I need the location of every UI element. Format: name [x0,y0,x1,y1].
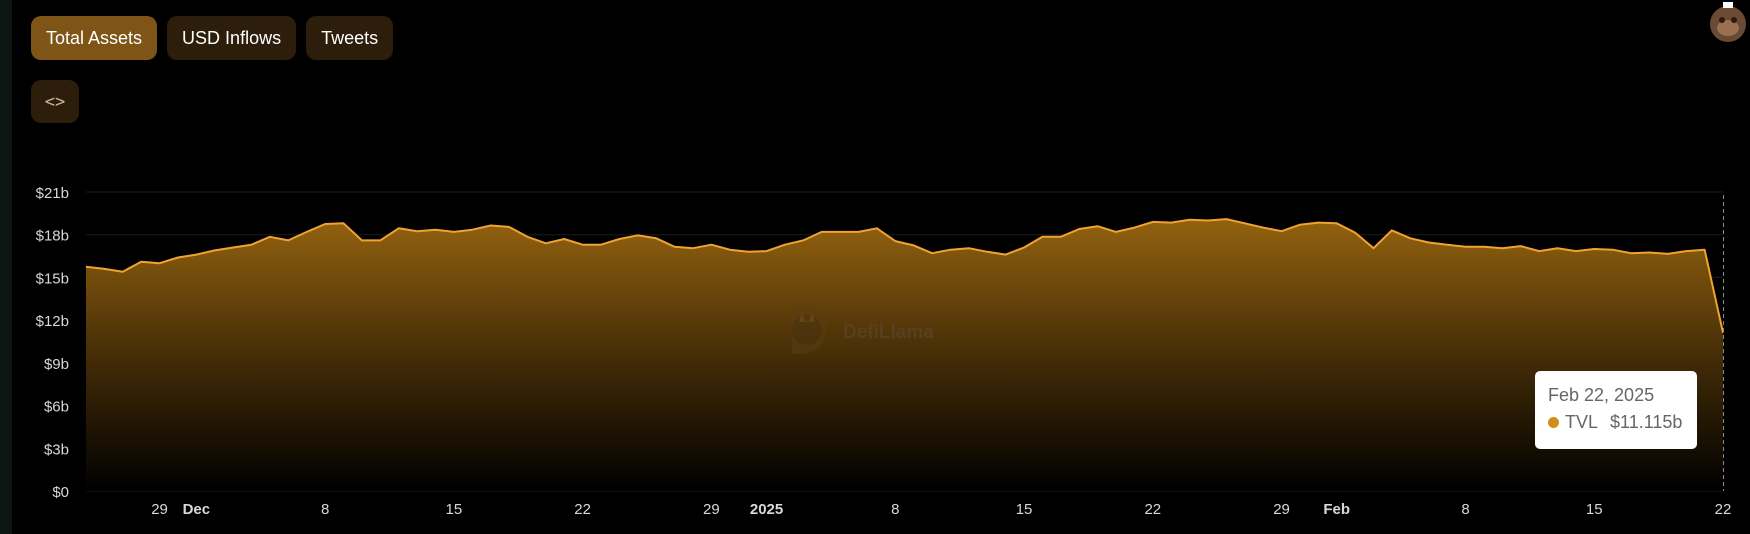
embed-code-button[interactable]: <> [31,80,79,123]
x-tick-label: 22 [1144,501,1161,518]
x-tick-label: Dec [183,501,211,518]
x-tick-label: 29 [151,501,168,518]
area-layer [85,218,1724,491]
x-tick-label: 15 [1586,501,1603,518]
x-tick-label: 15 [446,501,463,518]
y-tick-label: $0 [52,484,69,501]
tooltip-series: TVL [1565,412,1599,432]
x-tick-label: 8 [321,501,329,518]
tvl-area-chart[interactable]: DefiLlama $0 $3b $6b $9b $12b $15b $18b $21b 29… [0,0,1750,534]
code-icon: <> [44,91,66,112]
watermark-text: DefiLlama [843,322,934,343]
x-tick-label: 2025 [750,501,783,518]
tooltip-row: TVL $11.115b [1548,412,1697,433]
llama-avatar-icon[interactable] [1706,0,1750,44]
y-tick-label: $15b [36,270,69,287]
x-tick-label: 22 [1715,501,1732,518]
x-tick-label: 8 [891,501,899,518]
tvl-area-fill [86,219,1723,491]
y-tick-label: $3b [44,441,69,458]
series-dot-icon [1548,417,1559,428]
y-tick-label: $21b [36,185,69,202]
tooltip-value: $11.115b [1610,412,1683,432]
y-tick-label: $12b [36,313,69,330]
tab-tweets[interactable]: Tweets [306,16,394,60]
x-tick-label: 29 [703,501,720,518]
y-tick-label: $18b [36,228,69,245]
chart-tooltip: Feb 22, 2025 TVL $11.115b [1535,371,1697,449]
tooltip-date: Feb 22, 2025 [1548,385,1655,405]
x-tick-label: 15 [1016,501,1033,518]
x-axis: 29 Dec 8 15 22 29 2025 8 15 22 29 Feb 8 15 22 [151,501,1731,518]
y-tick-label: $9b [44,356,69,373]
x-tick-label: 22 [574,501,591,518]
x-tick-label: 29 [1273,501,1290,518]
x-tick-label: Feb [1323,501,1350,518]
chart-tabs: Total Assets USD Inflows Tweets [31,16,394,60]
tab-total-assets[interactable]: Total Assets [31,16,158,60]
tab-usd-inflows[interactable]: USD Inflows [167,16,297,60]
x-tick-label: 8 [1461,501,1469,518]
y-tick-label: $6b [44,399,69,416]
y-axis: $0 $3b $6b $9b $12b $15b $18b $21b [36,185,69,501]
